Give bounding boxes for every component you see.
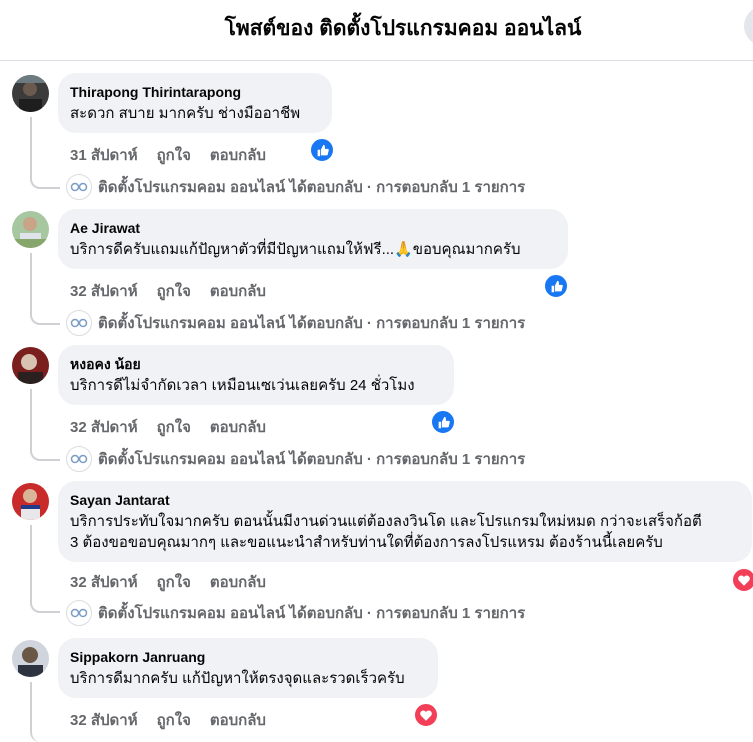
thread-connector <box>30 253 60 325</box>
reply-link[interactable]: ตอบกลับ <box>210 574 266 591</box>
like-icon[interactable] <box>309 137 335 163</box>
comment-item: Sippakorn Janruang บริการดีมากครับ แก้ปั… <box>0 638 753 742</box>
comment-actions: 32 สัปดาห์ ถูกใจ ตอบกลับ <box>70 708 285 732</box>
like-link[interactable]: ถูกใจ <box>157 147 191 164</box>
thread-connector <box>30 525 60 613</box>
comment-author[interactable]: Thirapong Thirintarapong <box>70 83 320 101</box>
comment-text: บริการดีมากครับ แก้ปัญหาให้ตรงจุดและรวดเ… <box>70 670 405 687</box>
comment-text: บริการดีไม่จำกัดเวลา เหมือนเซเว่นเลยครับ… <box>70 377 415 394</box>
love-icon[interactable] <box>413 702 439 728</box>
reply-link[interactable]: ตอบกลับ <box>210 419 266 436</box>
page-avatar-icon <box>66 600 92 626</box>
like-link[interactable]: ถูกใจ <box>157 419 191 436</box>
comment-item: หงอคง น้อย บริการดีไม่จำกัดเวลา เหมือนเซ… <box>0 345 753 481</box>
comment-author[interactable]: หงอคง น้อย <box>70 355 442 373</box>
comment-author[interactable]: Ae Jirawat <box>70 219 556 237</box>
comment-text-line-1: บริการประทับใจมากครับ ตอนนั้นมีงานด่วนแต… <box>70 513 702 530</box>
thread-connector <box>30 682 60 742</box>
replies-summary[interactable]: ติดตั้งโปรแกรมคอม ออนไลน์ ได้ตอบกลับ · ก… <box>66 445 525 473</box>
comment-bubble: Thirapong Thirintarapong สะดวก สบาย มากค… <box>58 73 332 133</box>
like-link[interactable]: ถูกใจ <box>157 712 191 729</box>
like-icon[interactable] <box>430 409 456 435</box>
page-avatar-icon <box>66 310 92 336</box>
comment-bubble: Ae Jirawat บริการดีครับแถมแก้ปัญหาตัวที่… <box>58 209 568 269</box>
comment-item: Ae Jirawat บริการดีครับแถมแก้ปัญหาตัวที่… <box>0 209 753 345</box>
replies-summary-text[interactable]: ติดตั้งโปรแกรมคอม ออนไลน์ ได้ตอบกลับ · ก… <box>98 601 525 625</box>
comment-actions: 31 สัปดาห์ ถูกใจ ตอบกลับ <box>70 143 285 167</box>
comment-text: สะดวก สบาย มากครับ ช่างมืออาชีพ <box>70 105 301 122</box>
comment-time[interactable]: 32 สัปดาห์ <box>70 283 138 300</box>
comment-text-line-2: 3 ต้องขอขอบคุณมากๆ และขอแนะนำสำหรับท่านใ… <box>70 534 663 551</box>
page-title: โพสต์ของ ติดตั้งโปรแกรมคอม ออนไลน์ <box>224 17 582 40</box>
comment-item: Sayan Jantarat บริการประทับใจมากครับ ตอน… <box>0 481 753 635</box>
replies-summary[interactable]: ติดตั้งโปรแกรมคอม ออนไลน์ ได้ตอบกลับ · ก… <box>66 309 525 337</box>
avatar[interactable] <box>12 347 49 384</box>
comment-time[interactable]: 32 สัปดาห์ <box>70 574 138 591</box>
post-dialog-header: โพสต์ของ ติดตั้งโปรแกรมคอม ออนไลน์ <box>0 0 753 61</box>
avatar[interactable] <box>12 211 49 248</box>
page-avatar-icon <box>66 174 92 200</box>
comment-actions: 32 สัปดาห์ ถูกใจ ตอบกลับ <box>70 279 285 303</box>
comment-author[interactable]: Sayan Jantarat <box>70 491 740 509</box>
comment-bubble: Sayan Jantarat บริการประทับใจมากครับ ตอน… <box>58 481 752 562</box>
replies-summary-text[interactable]: ติดตั้งโปรแกรมคอม ออนไลน์ ได้ตอบกลับ · ก… <box>98 175 525 199</box>
thread-connector <box>30 117 60 189</box>
avatar[interactable] <box>12 640 49 677</box>
comment-time[interactable]: 32 สัปดาห์ <box>70 419 138 436</box>
reply-link[interactable]: ตอบกลับ <box>210 147 266 164</box>
like-link[interactable]: ถูกใจ <box>157 574 191 591</box>
comment-bubble: หงอคง น้อย บริการดีไม่จำกัดเวลา เหมือนเซ… <box>58 345 454 405</box>
comment-actions: 32 สัปดาห์ ถูกใจ ตอบกลับ <box>70 415 285 439</box>
reply-link[interactable]: ตอบกลับ <box>210 283 266 300</box>
comment-actions: 32 สัปดาห์ ถูกใจ ตอบกลับ <box>70 570 285 594</box>
replies-summary[interactable]: ติดตั้งโปรแกรมคอม ออนไลน์ ได้ตอบกลับ · ก… <box>66 173 525 201</box>
replies-summary[interactable]: ติดตั้งโปรแกรมคอม ออนไลน์ ได้ตอบกลับ · ก… <box>66 599 525 627</box>
page-avatar-icon <box>66 446 92 472</box>
replies-summary-text[interactable]: ติดตั้งโปรแกรมคอม ออนไลน์ ได้ตอบกลับ · ก… <box>98 447 525 471</box>
replies-summary-text[interactable]: ติดตั้งโปรแกรมคอม ออนไลน์ ได้ตอบกลับ · ก… <box>98 311 525 335</box>
comment-bubble: Sippakorn Janruang บริการดีมากครับ แก้ปั… <box>58 638 438 698</box>
like-icon[interactable] <box>543 273 569 299</box>
comment-author[interactable]: Sippakorn Janruang <box>70 648 426 666</box>
thread-connector <box>30 389 60 461</box>
like-link[interactable]: ถูกใจ <box>157 283 191 300</box>
comment-text: บริการดีครับแถมแก้ปัญหาตัวที่มีปัญหาแถมใ… <box>70 241 521 258</box>
comment-time[interactable]: 32 สัปดาห์ <box>70 712 138 729</box>
avatar[interactable] <box>12 483 49 520</box>
avatar[interactable] <box>12 75 49 112</box>
love-icon[interactable] <box>731 567 753 593</box>
reply-link[interactable]: ตอบกลับ <box>210 712 266 729</box>
comment-time[interactable]: 31 สัปดาห์ <box>70 147 138 164</box>
comment-item: Thirapong Thirintarapong สะดวก สบาย มากค… <box>0 73 753 209</box>
